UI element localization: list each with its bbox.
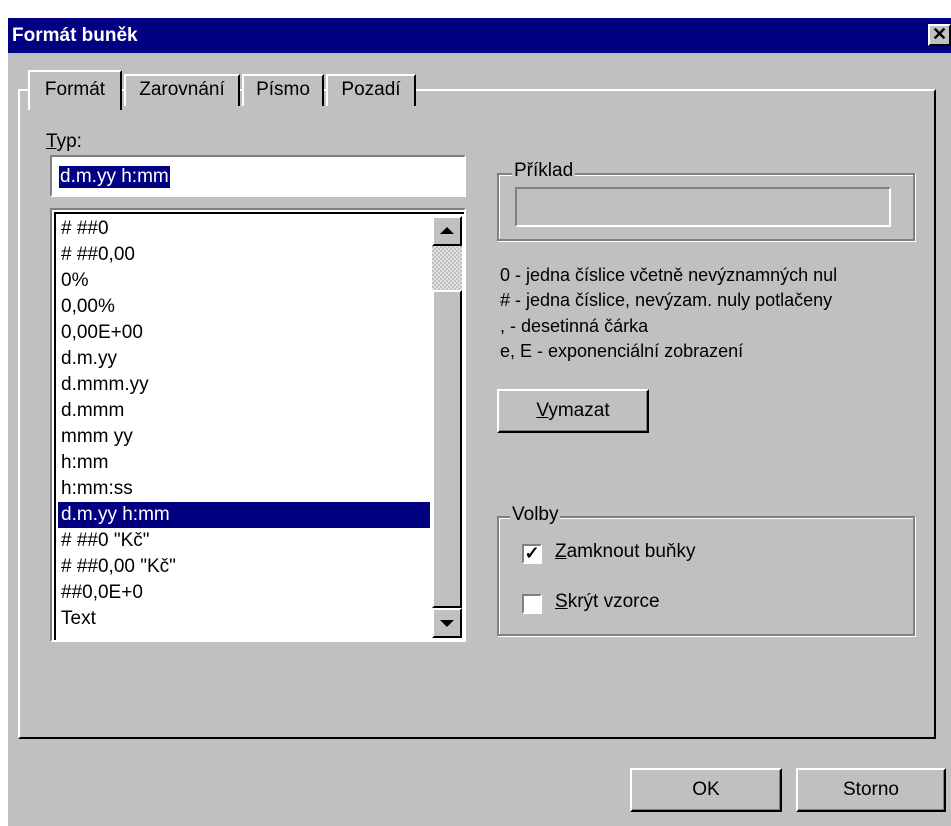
format-list[interactable]: # ##0 # ##0,00 0% 0,00% 0,00E+00 d.m.yy d.mmm.… bbox=[50, 208, 466, 642]
list-item[interactable]: ##0,0E+0 bbox=[58, 580, 430, 606]
scroll-up-icon bbox=[440, 227, 454, 234]
format-list-scrollbar[interactable] bbox=[432, 216, 462, 638]
close-icon: ✕ bbox=[931, 24, 948, 44]
list-item[interactable]: 0,00% bbox=[58, 294, 430, 320]
list-item[interactable]: d.mmm bbox=[58, 398, 430, 424]
list-item[interactable]: # ##0,00 bbox=[58, 242, 430, 268]
list-item[interactable]: Text bbox=[58, 606, 430, 632]
list-item[interactable]: h:mm:ss bbox=[58, 476, 430, 502]
format-list-inner: # ##0 # ##0,00 0% 0,00% 0,00E+00 d.m.yy d.mmm.… bbox=[54, 212, 464, 640]
list-item[interactable]: 0,00E+00 bbox=[58, 320, 430, 346]
check-icon: ✓ bbox=[524, 543, 540, 563]
tab-background[interactable]: Pozadí bbox=[326, 74, 416, 106]
list-item[interactable]: # ##0 "Kč" bbox=[58, 528, 430, 554]
clear-button[interactable]: Vymazat bbox=[497, 389, 649, 433]
type-label: Typ: bbox=[46, 131, 82, 152]
format-type-input[interactable]: d.m.yy h:mm bbox=[50, 155, 466, 197]
list-item[interactable]: d.mmm.yy bbox=[58, 372, 430, 398]
scroll-thumb[interactable] bbox=[432, 290, 462, 608]
tab-font[interactable]: Písmo bbox=[242, 74, 324, 106]
list-item[interactable]: d.m.yy bbox=[58, 346, 430, 372]
list-item[interactable]: 0% bbox=[58, 268, 430, 294]
scroll-down-button[interactable] bbox=[432, 608, 462, 638]
tab-background-label: Pozadí bbox=[341, 79, 401, 100]
legend-line-digit: 0 - jedna číslice včetně nevýznamných nu… bbox=[500, 265, 838, 285]
hide-formulas-checkbox[interactable] bbox=[522, 594, 542, 614]
list-item[interactable]: d.m.yy h:mm bbox=[58, 502, 430, 528]
format-type-value: d.m.yy h:mm bbox=[59, 166, 170, 188]
tab-alignment-label: Zarovnání bbox=[139, 79, 225, 100]
tab-alignment[interactable]: Zarovnání bbox=[124, 74, 240, 106]
dialog-title: Formát buněk bbox=[12, 25, 138, 46]
example-preview bbox=[515, 187, 891, 227]
cancel-button[interactable]: Storno bbox=[796, 768, 946, 812]
ok-label: OK bbox=[692, 779, 720, 800]
scroll-up-button[interactable] bbox=[432, 216, 462, 246]
tab-format-label: Formát bbox=[44, 79, 106, 100]
lock-cells-checkbox[interactable]: ✓ bbox=[522, 544, 542, 564]
tab-format[interactable]: Formát bbox=[28, 70, 122, 110]
cancel-label: Storno bbox=[843, 779, 899, 800]
list-item[interactable]: h:mm bbox=[58, 450, 430, 476]
legend-line-exponent: e, E - exponenciální zobrazení bbox=[500, 341, 744, 361]
scroll-down-icon bbox=[440, 620, 454, 627]
list-item[interactable]: # ##0 bbox=[58, 216, 430, 242]
hide-formulas-label[interactable]: Skrýt vzorce bbox=[555, 591, 660, 613]
legend-line-comma: , - desetinná čárka bbox=[500, 316, 649, 336]
ok-button[interactable]: OK bbox=[630, 768, 782, 812]
title-bar[interactable]: Formát buněk ✕ bbox=[8, 18, 951, 53]
options-group bbox=[497, 516, 915, 636]
list-item[interactable]: mmm yy bbox=[58, 424, 430, 450]
close-button[interactable]: ✕ bbox=[928, 24, 951, 46]
example-label: Příklad bbox=[512, 160, 576, 182]
options-label: Volby bbox=[510, 504, 561, 526]
lock-cells-label[interactable]: Zamknout buňky bbox=[555, 541, 695, 563]
list-item[interactable]: # ##0,00 "Kč" bbox=[58, 554, 430, 580]
tab-font-label: Písmo bbox=[256, 79, 310, 100]
legend-line-hash: # - jedna číslice, nevýzam. nuly potlače… bbox=[500, 290, 833, 310]
